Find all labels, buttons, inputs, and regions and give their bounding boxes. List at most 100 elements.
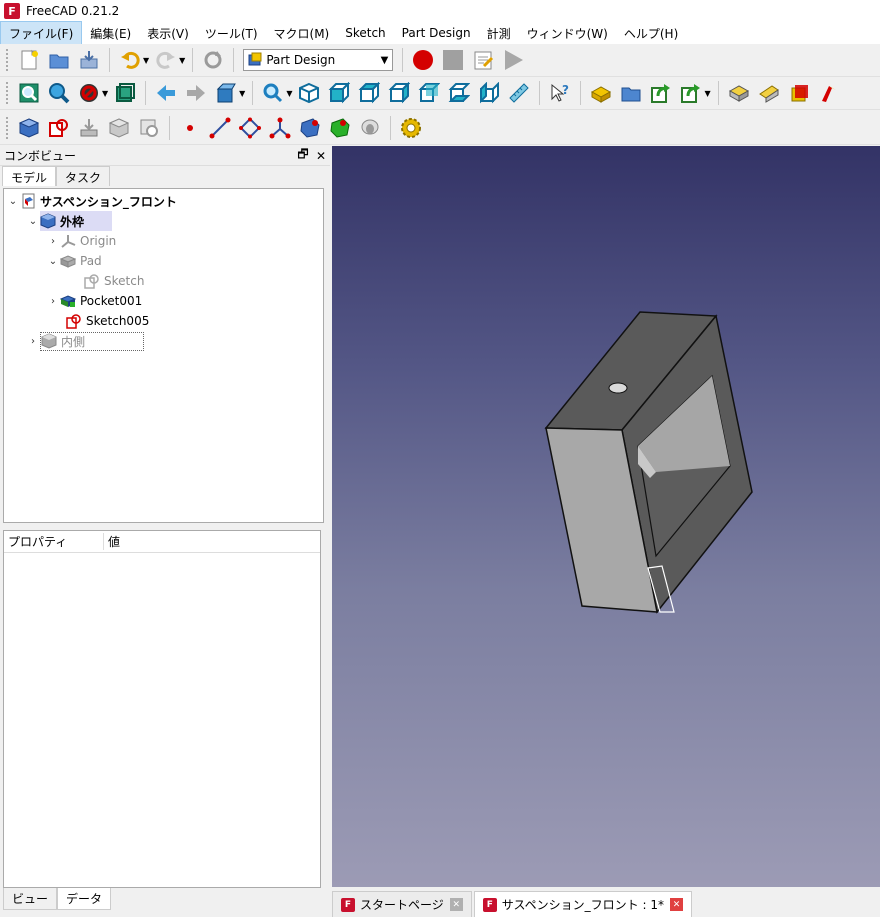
shape-binder-blue-icon[interactable] [297, 115, 323, 141]
tree-item-sketch[interactable]: Sketch [84, 271, 144, 291]
stop-macro-icon[interactable] [440, 47, 466, 73]
combo-view-header: コンボビュー 🗗 ✕ [0, 146, 330, 166]
bottom-view-icon[interactable] [446, 80, 472, 106]
datum-point-icon[interactable] [177, 115, 203, 141]
create-group-icon[interactable] [618, 80, 644, 106]
origin-icon [61, 235, 76, 248]
whats-this-icon[interactable]: ? [547, 80, 573, 106]
tree-item-body-inner[interactable]: › 内側 [26, 331, 145, 351]
record-macro-icon[interactable] [410, 47, 436, 73]
menu-tools[interactable]: ツール(T) [197, 22, 266, 45]
new-document-icon[interactable] [16, 47, 42, 73]
redo-dropdown-icon[interactable]: ▼ [179, 56, 185, 65]
3d-viewport[interactable] [332, 146, 880, 887]
menu-measure[interactable]: 計測 [479, 22, 519, 45]
undo-dropdown-icon[interactable]: ▼ [143, 56, 149, 65]
create-sketch-icon[interactable] [46, 115, 72, 141]
fit-all-icon[interactable] [16, 80, 42, 106]
bounding-box-icon[interactable] [112, 80, 138, 106]
top-view-icon[interactable] [356, 80, 382, 106]
macro-editor-icon[interactable] [470, 47, 496, 73]
float-icon[interactable]: 🗗 [294, 145, 312, 166]
tree-label-sketch005: Sketch005 [86, 314, 150, 328]
create-body-icon[interactable] [16, 115, 42, 141]
menu-edit[interactable]: 編集(E) [82, 22, 139, 45]
workbench-selector[interactable]: Part Design ▼ [243, 49, 394, 71]
close-icon[interactable]: ✕ [670, 898, 683, 911]
chevron-right-icon[interactable]: › [46, 236, 60, 247]
menu-window[interactable]: ウィンドウ(W) [519, 22, 616, 45]
run-macro-icon[interactable] [500, 47, 526, 73]
chevron-right-icon[interactable]: › [26, 336, 40, 347]
chevron-down-icon[interactable]: ⌄ [26, 216, 40, 227]
menu-macro[interactable]: マクロ(M) [266, 22, 338, 45]
tab-start-page[interactable]: F スタートページ ✕ [332, 891, 472, 917]
menu-bar: ファイル(F) 編集(E) 表示(V) ツール(T) マクロ(M) Sketch… [0, 20, 880, 46]
clone-icon[interactable] [786, 80, 812, 106]
left-view-icon[interactable] [476, 80, 502, 106]
fit-selection-icon[interactable] [46, 80, 72, 106]
redo-icon[interactable] [153, 47, 179, 73]
tree-item-document[interactable]: ⌄ サスペンション_フロント [6, 191, 177, 211]
tab-view[interactable]: ビュー [3, 888, 58, 910]
map-sketch-icon[interactable] [106, 115, 132, 141]
menu-file[interactable]: ファイル(F) [0, 20, 83, 46]
menu-sketch[interactable]: Sketch [337, 23, 393, 43]
sub-shape-binder-icon[interactable] [756, 80, 782, 106]
front-view-icon[interactable] [326, 80, 352, 106]
zoom-icon[interactable] [260, 80, 286, 106]
body-icon [41, 333, 57, 349]
tree-item-pocket001[interactable]: › Pocket001 [46, 291, 142, 311]
tab-model[interactable]: モデル [2, 166, 57, 186]
chevron-right-icon[interactable]: › [46, 296, 60, 307]
undo-icon[interactable] [117, 47, 143, 73]
validate-sketch-icon[interactable] [76, 115, 102, 141]
tree-item-pad[interactable]: ⌄ Pad [46, 251, 102, 271]
back-arrow-icon[interactable] [153, 80, 179, 106]
sketch-icon [84, 274, 99, 289]
tab-task[interactable]: タスク [56, 166, 111, 186]
draw-style-icon[interactable] [76, 80, 102, 106]
right-view-icon[interactable] [386, 80, 412, 106]
measure-ruler-icon[interactable] [506, 80, 532, 106]
close-icon[interactable]: ✕ [312, 149, 330, 163]
clone-sheep-icon[interactable] [357, 115, 383, 141]
menu-help[interactable]: ヘルプ(H) [616, 22, 686, 45]
chevron-down-icon: ▼ [380, 54, 389, 66]
chevron-down-icon[interactable]: ⌄ [46, 256, 60, 267]
sketch-icon [66, 314, 81, 329]
isometric-view-icon[interactable] [296, 80, 322, 106]
menu-part-design[interactable]: Part Design [394, 23, 479, 43]
gear-icon[interactable] [398, 115, 424, 141]
merge-sketches-icon[interactable] [136, 115, 162, 141]
tree-item-origin[interactable]: › Origin [46, 231, 116, 251]
tab-data[interactable]: データ [57, 888, 112, 910]
save-icon[interactable] [76, 47, 102, 73]
additive-part-icon[interactable] [816, 80, 842, 106]
refresh-icon[interactable] [200, 47, 226, 73]
tree-item-body-outer[interactable]: ⌄ 外枠 [26, 211, 113, 231]
tree-item-sketch005[interactable]: Sketch005 [66, 311, 149, 331]
forward-arrow-icon[interactable] [183, 80, 209, 106]
close-icon[interactable]: ✕ [449, 898, 463, 911]
datum-line-icon[interactable] [207, 115, 233, 141]
open-folder-icon[interactable] [46, 47, 72, 73]
link-actions-icon[interactable] [678, 80, 704, 106]
datum-plane-icon[interactable] [237, 115, 263, 141]
std-views-icon[interactable] [213, 80, 239, 106]
tab-document[interactable]: F サスペンション_フロント : 1* ✕ [473, 891, 692, 917]
link-icon[interactable] [648, 80, 674, 106]
chevron-down-icon[interactable]: ⌄ [6, 196, 20, 207]
create-part-icon[interactable] [588, 80, 614, 106]
window-title: FreeCAD 0.21.2 [26, 4, 120, 18]
sub-shape-binder-green-icon[interactable] [327, 115, 353, 141]
shape-binder-icon[interactable] [726, 80, 752, 106]
title-bar: F FreeCAD 0.21.2 [0, 0, 880, 22]
menu-view[interactable]: 表示(V) [139, 22, 197, 45]
tree-label-document: サスペンション_フロント [40, 194, 177, 209]
tree-label-body-outer: 外枠 [60, 214, 85, 229]
3d-model[interactable] [332, 146, 880, 887]
rear-view-icon[interactable] [416, 80, 442, 106]
tree-label-origin: Origin [80, 234, 117, 248]
local-coordinate-system-icon[interactable] [267, 115, 293, 141]
